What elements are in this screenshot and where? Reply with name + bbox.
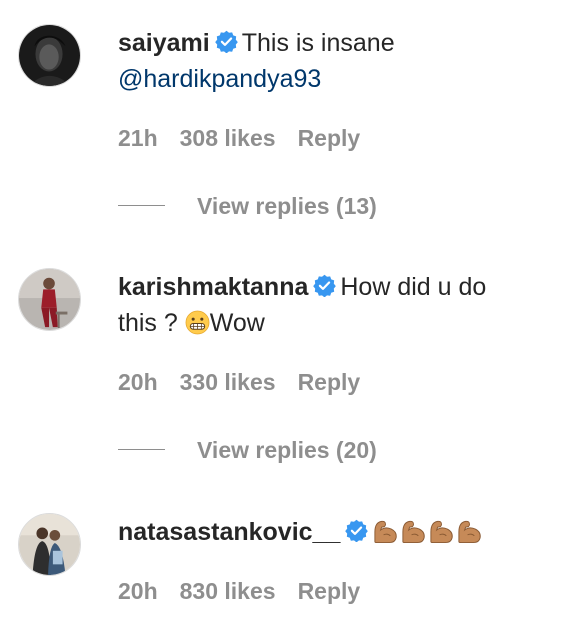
comment-meta: 20h 330 likes Reply	[118, 369, 360, 396]
flexed-biceps-emoji-icon	[400, 518, 427, 544]
comment-body: natasastankovic__	[118, 514, 554, 550]
likes-count[interactable]: 830 likes	[180, 578, 276, 604]
comment-text-after-emoji: Wow	[209, 309, 265, 337]
comment-timestamp[interactable]: 20h	[118, 369, 158, 395]
avatar-karishmaktanna[interactable]	[18, 268, 81, 331]
comment-username[interactable]: saiyami	[118, 29, 210, 57]
comment-body: karishmaktanna How did u do this ? Wow	[118, 269, 554, 341]
view-replies-button[interactable]: View replies (13)	[118, 193, 377, 220]
likes-count[interactable]: 308 likes	[180, 125, 276, 151]
reply-button[interactable]: Reply	[298, 369, 361, 395]
reply-button[interactable]: Reply	[298, 578, 361, 604]
replies-divider-line	[118, 205, 165, 207]
verified-badge-icon	[313, 274, 337, 297]
avatar-image	[19, 514, 80, 575]
avatar-image	[19, 25, 80, 86]
comment-meta: 20h 830 likes Reply	[118, 578, 360, 605]
verified-badge-icon	[214, 30, 238, 53]
comment-timestamp[interactable]: 21h	[118, 125, 158, 151]
mention-link[interactable]: @hardikpandya93	[118, 65, 321, 93]
grimacing-face-emoji-icon	[185, 309, 210, 335]
verified-badge-icon	[345, 519, 369, 542]
likes-count[interactable]: 330 likes	[180, 369, 276, 395]
flexed-biceps-emoji-icon	[372, 518, 399, 544]
flexed-biceps-emoji-icon	[456, 518, 483, 544]
view-replies-label: View replies (20)	[197, 437, 377, 463]
avatar-image	[19, 269, 80, 330]
comment-username[interactable]: karishmaktanna	[118, 273, 308, 301]
avatar-saiyami[interactable]	[18, 24, 81, 87]
comment-body: saiyami This is insane @hardikpandya93	[118, 25, 554, 97]
comment-text: This is insane	[241, 29, 395, 57]
flexed-biceps-emoji-group	[372, 518, 483, 546]
replies-divider-line	[118, 449, 165, 451]
avatar-natasastankovic[interactable]	[18, 513, 81, 576]
comment-text: How did u do	[340, 273, 487, 301]
comment-meta: 21h 308 likes Reply	[118, 125, 360, 152]
view-replies-label: View replies (13)	[197, 193, 377, 219]
flexed-biceps-emoji-icon	[428, 518, 455, 544]
comment-timestamp[interactable]: 20h	[118, 578, 158, 604]
reply-button[interactable]: Reply	[298, 125, 361, 151]
comment-username[interactable]: natasastankovic__	[118, 518, 340, 546]
view-replies-button[interactable]: View replies (20)	[118, 437, 377, 464]
comment-text-line2: this ?	[118, 309, 178, 337]
